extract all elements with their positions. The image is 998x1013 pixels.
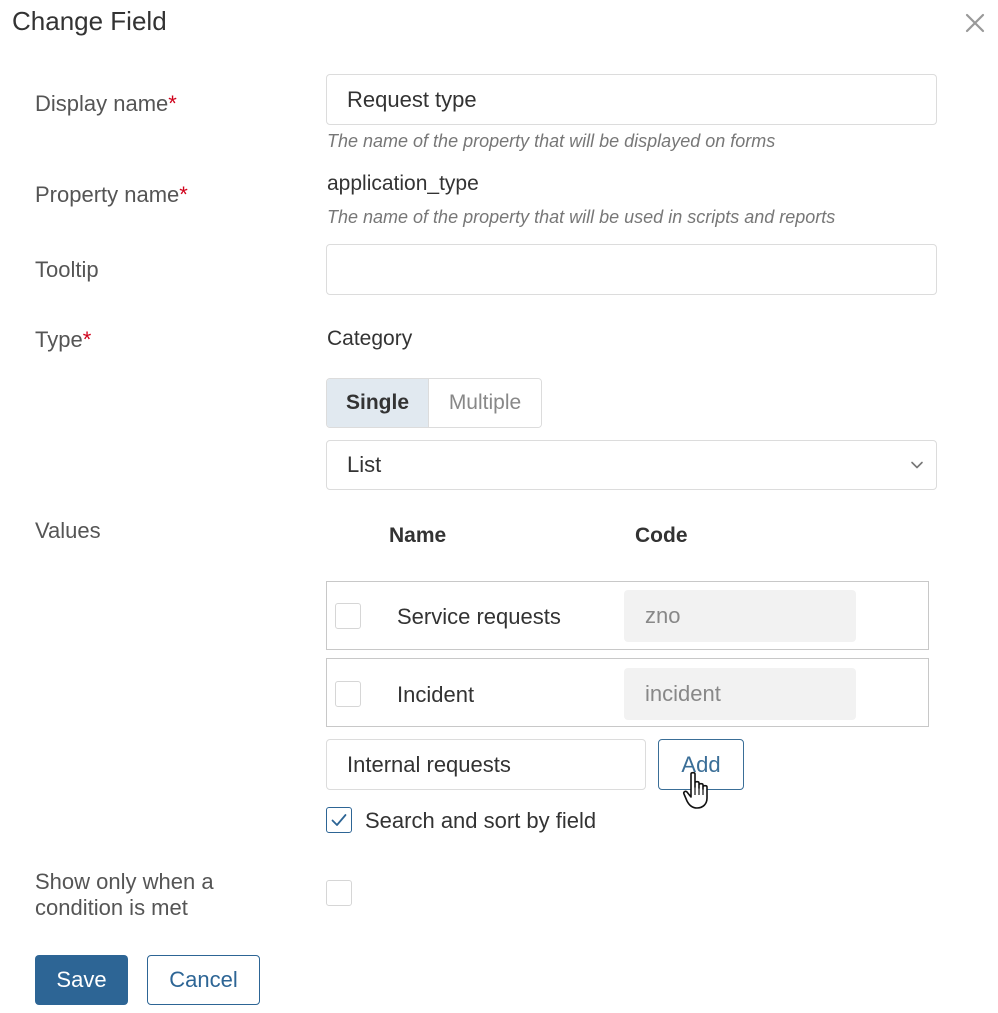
close-icon[interactable] [962, 10, 988, 36]
tooltip-input[interactable] [326, 244, 937, 295]
required-marker: * [82, 327, 92, 352]
mode-single-button[interactable]: Single [327, 379, 429, 427]
view-select-value: List [347, 452, 382, 477]
column-header-code: Code [635, 524, 688, 547]
row-name: Incident [397, 682, 475, 707]
dialog-title: Change Field [12, 6, 167, 36]
new-value-input[interactable]: Internal requests [326, 739, 646, 790]
property-name-hint: The name of the property that will be us… [327, 207, 836, 227]
save-button[interactable]: Save [35, 955, 128, 1005]
search-sort-checkbox[interactable] [326, 807, 352, 833]
display-name-hint: The name of the property that will be di… [327, 131, 776, 151]
required-marker: * [179, 182, 188, 207]
row-code: incident [624, 668, 856, 720]
row-checkbox[interactable] [335, 603, 361, 629]
value-row: Incident incident [326, 658, 929, 727]
selection-mode-toggle: Single Multiple [326, 378, 542, 428]
display-name-value: Request type [347, 86, 477, 112]
row-name: Service requests [397, 604, 561, 629]
type-value: Category [327, 327, 413, 350]
view-select[interactable]: List [326, 440, 937, 490]
cancel-button[interactable]: Cancel [147, 955, 260, 1005]
values-label: Values [35, 518, 101, 543]
condition-label: Show only when a condition is met [35, 869, 214, 920]
condition-checkbox[interactable] [326, 880, 352, 906]
search-sort-label: Search and sort by field [365, 808, 597, 833]
chevron-down-icon [911, 461, 923, 469]
display-name-label: Display name* [35, 91, 177, 116]
row-checkbox[interactable] [335, 681, 361, 707]
display-name-input[interactable]: Request type [326, 74, 937, 125]
check-icon [331, 814, 347, 826]
type-label: Type* [35, 327, 92, 352]
value-row: Service requests zno [326, 581, 929, 650]
tooltip-label: Tooltip [35, 257, 99, 282]
property-name-value: application_type [327, 172, 479, 195]
hand-pointer-icon [682, 771, 708, 809]
mode-multiple-button[interactable]: Multiple [429, 379, 541, 427]
column-header-name: Name [389, 524, 447, 547]
row-code: zno [624, 590, 856, 642]
required-marker: * [168, 91, 177, 116]
new-value-text: Internal requests [347, 751, 511, 777]
property-name-label: Property name* [35, 182, 188, 207]
